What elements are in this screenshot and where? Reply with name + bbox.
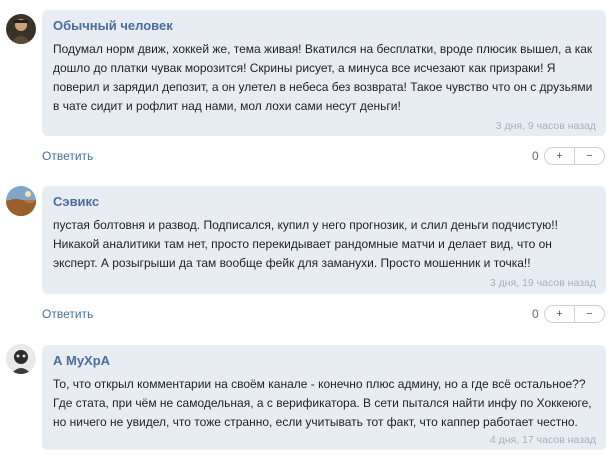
comment-author[interactable]: Обычный человек xyxy=(53,18,173,33)
comment-author[interactable]: А МуХрА xyxy=(53,353,110,368)
comment-actions: Ответить 0 + − xyxy=(42,305,606,325)
comment-time: 3 дня, 19 часов назад xyxy=(489,277,596,289)
avatar[interactable] xyxy=(6,186,36,216)
avatar[interactable] xyxy=(6,344,36,374)
comment-time: 4 дня, 17 часов назад xyxy=(489,434,596,446)
comment-actions: Ответить 0 + − xyxy=(42,147,606,167)
downvote-button[interactable]: − xyxy=(575,148,604,164)
vote-control: + − xyxy=(544,305,605,323)
comment-text: пустая болтовня и развод. Подписался, ку… xyxy=(53,218,558,270)
comment-author[interactable]: Сэвикс xyxy=(53,194,99,209)
vote-score: 0 xyxy=(532,307,539,321)
comment-bubble: Обычный человек Подумал норм движ, хокке… xyxy=(42,10,606,136)
comment-text: То, что открыл комментарии на своём кана… xyxy=(53,377,592,429)
comment-text: Подумал норм движ, хоккей же, тема живая… xyxy=(53,42,593,113)
reply-button[interactable]: Ответить xyxy=(42,149,93,163)
upvote-button[interactable]: + xyxy=(545,148,575,164)
comment-time: 3 дня, 9 часов назад xyxy=(495,120,596,132)
reply-button[interactable]: Ответить xyxy=(42,307,93,321)
vote-control: + − xyxy=(544,147,605,165)
upvote-button[interactable]: + xyxy=(545,306,575,322)
comment-bubble: А МуХрА То, что открыл комментарии на св… xyxy=(42,345,606,450)
vote-score: 0 xyxy=(532,149,539,163)
comment-bubble: Сэвикс пустая болтовня и развод. Подписа… xyxy=(42,186,606,294)
downvote-button[interactable]: − xyxy=(575,306,604,322)
avatar[interactable] xyxy=(6,14,36,44)
